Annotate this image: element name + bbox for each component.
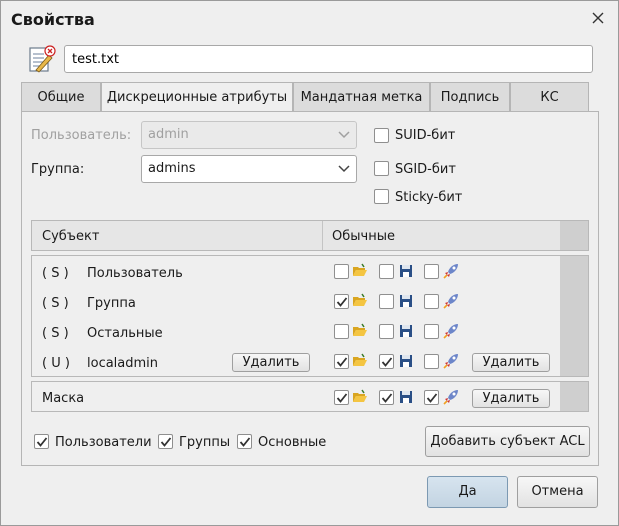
owner-user-value: admin — [148, 127, 189, 142]
header-scroll-column — [560, 221, 588, 250]
row-subject-type: ( S ) — [42, 326, 69, 341]
filter-users-checkbox[interactable] — [34, 434, 49, 449]
floppy-disk-icon — [400, 325, 412, 337]
row-subject-type: ( U ) — [42, 356, 70, 371]
tab-discretionary-attributes[interactable]: Дискреционные атрибуты — [101, 82, 293, 113]
exec-checkbox[interactable] — [424, 264, 439, 279]
tab-signature[interactable]: Подпись — [430, 82, 510, 112]
mask-write-checkbox[interactable] — [379, 390, 394, 405]
rocket-icon — [443, 294, 458, 309]
row-subject-name: localadmin — [87, 356, 159, 371]
exec-checkbox[interactable] — [424, 294, 439, 309]
write-checkbox[interactable] — [379, 264, 394, 279]
mask-delete-button[interactable]: Удалить — [472, 389, 550, 408]
rocket-icon — [443, 390, 458, 405]
read-checkbox[interactable] — [334, 324, 349, 339]
filter-basic-checkbox[interactable] — [237, 434, 252, 449]
owner-group-combo[interactable]: admins — [141, 155, 357, 183]
chevron-down-icon — [338, 131, 350, 139]
text-file-icon — [29, 45, 56, 73]
filter-groups-label: Группы — [179, 435, 231, 450]
sticky-bit-label: Sticky-бит — [395, 190, 463, 205]
owner-group-value: admins — [148, 161, 196, 176]
write-checkbox[interactable] — [379, 324, 394, 339]
owner-user-combo[interactable]: admin — [141, 121, 357, 149]
read-checkbox[interactable] — [334, 294, 349, 309]
filter-basic-label: Основные — [258, 435, 327, 450]
row-subject-type: ( S ) — [42, 296, 69, 311]
discretionary-panel: Пользователь: admin Группа: admins SUID-… — [21, 111, 599, 466]
rocket-icon — [443, 354, 458, 369]
cancel-button[interactable]: Отмена — [517, 476, 598, 508]
tab-mandatory-label[interactable]: Мандатная метка — [293, 82, 430, 112]
filter-users-label: Пользователи — [55, 435, 152, 450]
check-icon — [36, 437, 48, 447]
check-icon — [381, 393, 393, 403]
rocket-icon — [443, 324, 458, 339]
read-checkbox[interactable] — [334, 264, 349, 279]
acl-table-header: Субъект Обычные — [31, 220, 589, 251]
column-divider — [322, 221, 323, 250]
sgid-bit-label: SGID-бит — [395, 162, 456, 177]
properties-dialog: Свойства Общие Дискреционные атрибуты Ма… — [0, 0, 619, 526]
folder-open-icon — [353, 389, 367, 402]
tab-general[interactable]: Общие — [21, 82, 101, 112]
folder-open-icon — [353, 263, 367, 276]
acl-scrollbar[interactable] — [560, 256, 588, 376]
table-row: ( S ) Группа — [32, 286, 560, 316]
delete-permissions-button[interactable]: Удалить — [472, 353, 550, 372]
ok-button[interactable]: Да — [427, 476, 508, 508]
check-icon — [239, 437, 251, 447]
table-row: ( S ) Остальные — [32, 316, 560, 346]
exec-checkbox[interactable] — [424, 354, 439, 369]
suid-bit-checkbox[interactable] — [374, 128, 389, 143]
mask-row: Маска Удалить — [31, 381, 589, 412]
sticky-bit-checkbox[interactable] — [374, 189, 389, 204]
folder-open-icon — [353, 323, 367, 336]
mask-read-checkbox[interactable] — [334, 390, 349, 405]
check-icon — [381, 357, 393, 367]
tab-integrity-control[interactable]: КС — [510, 82, 589, 112]
filter-groups-checkbox[interactable] — [158, 434, 173, 449]
owner-user-label: Пользователь: — [31, 128, 132, 143]
rocket-icon — [443, 264, 458, 279]
mask-label: Маска — [42, 391, 85, 406]
floppy-disk-icon — [400, 265, 412, 277]
write-checkbox[interactable] — [379, 354, 394, 369]
title-bar: Свойства — [1, 1, 618, 34]
table-row: ( U ) localadmin Удалить Удалить — [32, 346, 560, 376]
add-acl-subject-button[interactable]: Добавить субъект ACL — [425, 426, 590, 457]
check-icon — [160, 437, 172, 447]
window-title: Свойства — [11, 10, 95, 29]
floppy-disk-icon — [400, 391, 412, 403]
folder-open-icon — [353, 293, 367, 306]
filename-input[interactable] — [64, 45, 593, 73]
mask-scroll-column — [560, 382, 588, 411]
exec-checkbox[interactable] — [424, 324, 439, 339]
row-subject-type: ( S ) — [42, 266, 69, 281]
check-icon — [336, 297, 348, 307]
floppy-disk-icon — [400, 295, 412, 307]
sgid-bit-checkbox[interactable] — [374, 161, 389, 176]
check-icon — [336, 357, 348, 367]
row-subject-name: Пользователь — [87, 266, 183, 281]
column-normal: Обычные — [332, 229, 395, 244]
check-icon — [336, 393, 348, 403]
chevron-down-icon — [338, 165, 350, 173]
floppy-disk-icon — [400, 355, 412, 367]
folder-open-icon — [353, 353, 367, 366]
acl-table-body: ( S ) Пользователь ( S ) Группа (S) Ос… — [31, 255, 589, 377]
row-subject-name: Группа — [87, 296, 136, 311]
close-icon[interactable] — [592, 12, 604, 24]
mask-exec-checkbox[interactable] — [424, 390, 439, 405]
owner-group-label: Группа: — [31, 162, 85, 177]
delete-subject-button[interactable]: Удалить — [232, 353, 310, 372]
check-icon — [426, 393, 438, 403]
row-subject-name: Остальные — [87, 326, 163, 341]
read-checkbox[interactable] — [334, 354, 349, 369]
table-row: ( S ) Пользователь — [32, 256, 560, 286]
write-checkbox[interactable] — [379, 294, 394, 309]
suid-bit-label: SUID-бит — [395, 128, 456, 143]
column-subject: Субъект — [42, 229, 100, 244]
